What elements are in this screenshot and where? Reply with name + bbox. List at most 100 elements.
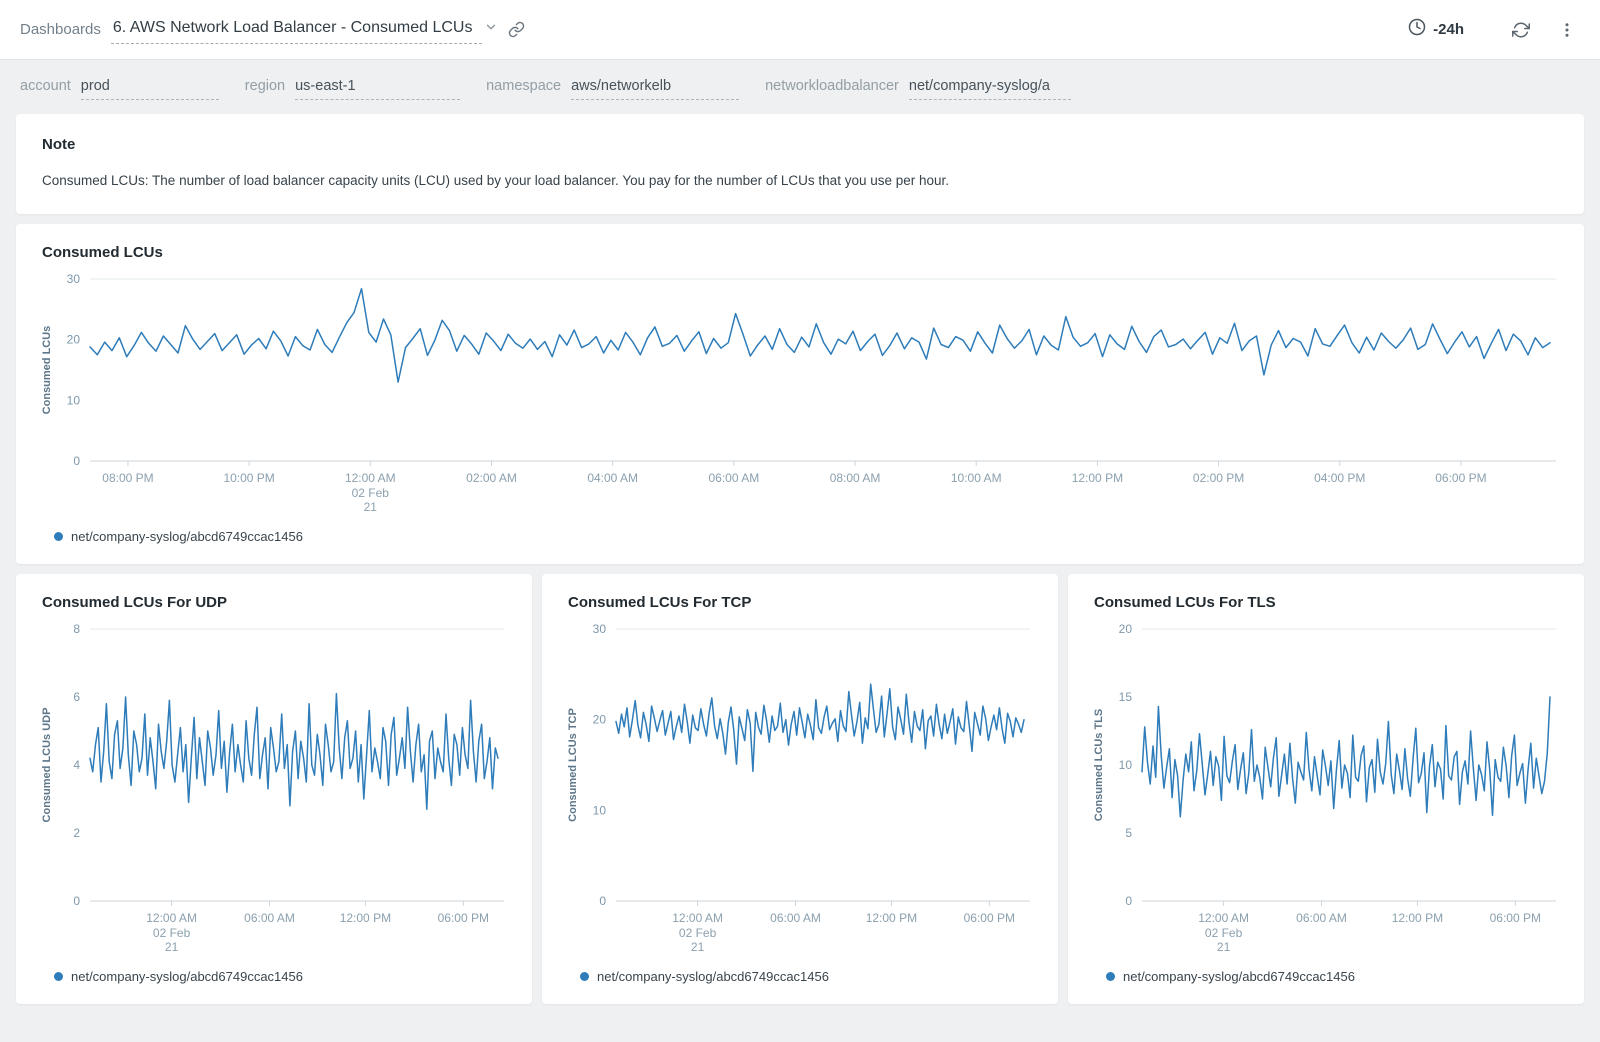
chart-legend[interactable]: net/company-syslog/abcd6749ccac1456	[36, 519, 1564, 558]
svg-text:0: 0	[73, 454, 80, 468]
link-icon[interactable]	[504, 17, 529, 42]
svg-text:12:00 AM: 12:00 AM	[672, 911, 723, 925]
svg-text:4: 4	[73, 758, 80, 772]
svg-text:06:00 AM: 06:00 AM	[770, 911, 821, 925]
filter-region-value[interactable]: us-east-1	[295, 78, 460, 100]
svg-text:12:00 PM: 12:00 PM	[1392, 911, 1443, 925]
svg-text:10: 10	[593, 803, 607, 817]
svg-text:21: 21	[1217, 940, 1231, 954]
topbar-controls: -24h	[1408, 17, 1580, 43]
svg-text:08:00 PM: 08:00 PM	[102, 471, 153, 485]
svg-text:0: 0	[73, 894, 80, 908]
svg-text:21: 21	[364, 500, 378, 514]
chart-panel-consumed-lcus: Consumed LCUs 0 10 20 30 Consumed LCUs 08:00 …	[16, 224, 1584, 564]
svg-text:20: 20	[67, 333, 81, 347]
gridlines	[90, 279, 1556, 461]
chart-panel-tcp: Consumed LCUs For TCP 0102030Consumed LC…	[542, 574, 1058, 1004]
svg-text:21: 21	[165, 940, 179, 954]
svg-text:12:00 AM: 12:00 AM	[146, 911, 197, 925]
svg-text:02 Feb: 02 Feb	[352, 486, 390, 500]
chart-panel-udp: Consumed LCUs For UDP 02468Consumed LCUs…	[16, 574, 532, 1004]
bottom-chart-row: Consumed LCUs For UDP 02468Consumed LCUs…	[16, 574, 1584, 1004]
refresh-button[interactable]	[1508, 17, 1534, 43]
chart-legend[interactable]: net/company-syslog/abcd6749ccac1456	[562, 959, 1038, 998]
kebab-menu-icon[interactable]	[1554, 17, 1580, 43]
filter-namespace: namespace aws/networkelb	[486, 78, 739, 100]
svg-text:10:00 AM: 10:00 AM	[951, 471, 1002, 485]
svg-text:10: 10	[67, 393, 81, 407]
svg-text:Consumed LCUs: Consumed LCUs	[41, 326, 53, 415]
line-chart-tcp[interactable]: 0102030Consumed LCUs TCP12:00 AM02 Feb21…	[562, 621, 1038, 959]
legend-label: net/company-syslog/abcd6749ccac1456	[1123, 969, 1355, 984]
legend-dot	[54, 532, 63, 541]
filter-region: region us-east-1	[245, 78, 460, 100]
top-bar: Dashboards 6. AWS Network Load Balancer …	[0, 0, 1600, 60]
note-title: Note	[42, 136, 1558, 153]
chevron-down-icon[interactable]	[484, 20, 498, 39]
time-range-control[interactable]: -24h	[1408, 18, 1464, 41]
series-line[interactable]	[90, 289, 1550, 382]
filter-account: account prod	[20, 78, 219, 100]
svg-text:02 Feb: 02 Feb	[679, 926, 717, 940]
chart-legend[interactable]: net/company-syslog/abcd6749ccac1456	[1088, 959, 1564, 998]
dashboard-title[interactable]: 6. AWS Network Load Balancer - Consumed …	[111, 16, 483, 44]
series-line[interactable]	[1142, 697, 1550, 817]
chart-title: Consumed LCUs For UDP	[42, 594, 512, 611]
svg-text:Consumed LCUs UDP: Consumed LCUs UDP	[41, 708, 53, 823]
line-chart-tls[interactable]: 05101520Consumed LCUs TLS12:00 AM02 Feb2…	[1088, 621, 1564, 959]
svg-text:12:00 PM: 12:00 PM	[1072, 471, 1123, 485]
clock-icon	[1408, 18, 1426, 41]
filter-label: namespace	[486, 78, 561, 94]
svg-text:10: 10	[1119, 758, 1133, 772]
svg-text:8: 8	[73, 622, 80, 636]
line-chart-consumed-lcus[interactable]: 0 10 20 30 Consumed LCUs 08:00 PM 10:00 PM 12:0…	[36, 271, 1564, 519]
svg-text:6: 6	[73, 690, 80, 704]
x-axis: 12:00 AM02 Feb2106:00 AM12:00 PM06:00 PM	[672, 901, 1015, 954]
filter-networkloadbalancer-value[interactable]: net/company-syslog/a	[909, 78, 1071, 100]
chart-panel-tls: Consumed LCUs For TLS 05101520Consumed L…	[1068, 574, 1584, 1004]
line-chart-udp[interactable]: 02468Consumed LCUs UDP12:00 AM02 Feb2106…	[36, 621, 512, 959]
svg-text:12:00 PM: 12:00 PM	[340, 911, 391, 925]
svg-text:04:00 PM: 04:00 PM	[1314, 471, 1365, 485]
svg-text:20: 20	[1119, 622, 1133, 636]
svg-text:12:00 AM: 12:00 AM	[345, 471, 396, 485]
svg-text:04:00 AM: 04:00 AM	[587, 471, 638, 485]
dashboard-title-dropdown[interactable]: 6. AWS Network Load Balancer - Consumed …	[111, 16, 505, 44]
series-line[interactable]	[90, 694, 498, 810]
svg-text:15: 15	[1119, 690, 1133, 704]
chart-svg: 02468Consumed LCUs UDP12:00 AM02 Feb2106…	[36, 621, 512, 959]
y-axis: 02468Consumed LCUs UDP	[41, 622, 80, 908]
svg-text:10:00 PM: 10:00 PM	[223, 471, 274, 485]
filter-label: networkloadbalancer	[765, 78, 899, 94]
legend-label: net/company-syslog/abcd6749ccac1456	[71, 969, 303, 984]
legend-label: net/company-syslog/abcd6749ccac1456	[71, 529, 303, 544]
svg-text:02:00 PM: 02:00 PM	[1193, 471, 1244, 485]
svg-text:0: 0	[599, 894, 606, 908]
note-panel: Note Consumed LCUs: The number of load b…	[16, 114, 1584, 214]
filter-bar: account prod region us-east-1 namespace …	[0, 60, 1600, 114]
svg-text:06:00 AM: 06:00 AM	[709, 471, 760, 485]
chart-svg: 05101520Consumed LCUs TLS12:00 AM02 Feb2…	[1088, 621, 1564, 959]
svg-text:12:00 PM: 12:00 PM	[866, 911, 917, 925]
time-range-label: -24h	[1433, 21, 1464, 38]
chart-legend[interactable]: net/company-syslog/abcd6749ccac1456	[36, 959, 512, 998]
chart-svg: 0 10 20 30 Consumed LCUs 08:00 PM 10:00 PM 12:0…	[36, 271, 1564, 519]
svg-text:06:00 PM: 06:00 PM	[438, 911, 489, 925]
svg-text:02:00 AM: 02:00 AM	[466, 471, 517, 485]
y-axis: 0102030Consumed LCUs TCP	[567, 622, 606, 908]
svg-text:21: 21	[691, 940, 705, 954]
y-axis: 0 10 20 30 Consumed LCUs	[41, 272, 80, 468]
svg-text:02 Feb: 02 Feb	[153, 926, 191, 940]
svg-text:30: 30	[67, 272, 81, 286]
filter-networkloadbalancer: networkloadbalancer net/company-syslog/a	[765, 78, 1071, 100]
svg-text:Consumed LCUs TLS: Consumed LCUs TLS	[1093, 709, 1105, 821]
filter-label: region	[245, 78, 285, 94]
filter-account-value[interactable]: prod	[81, 78, 219, 100]
dashboard-content: Note Consumed LCUs: The number of load b…	[0, 114, 1600, 1020]
legend-dot	[1106, 972, 1115, 981]
svg-text:5: 5	[1125, 826, 1132, 840]
filter-namespace-value[interactable]: aws/networkelb	[571, 78, 739, 100]
breadcrumb[interactable]: Dashboards	[20, 21, 101, 38]
series-line[interactable]	[616, 684, 1024, 771]
y-axis: 05101520Consumed LCUs TLS	[1093, 622, 1132, 908]
